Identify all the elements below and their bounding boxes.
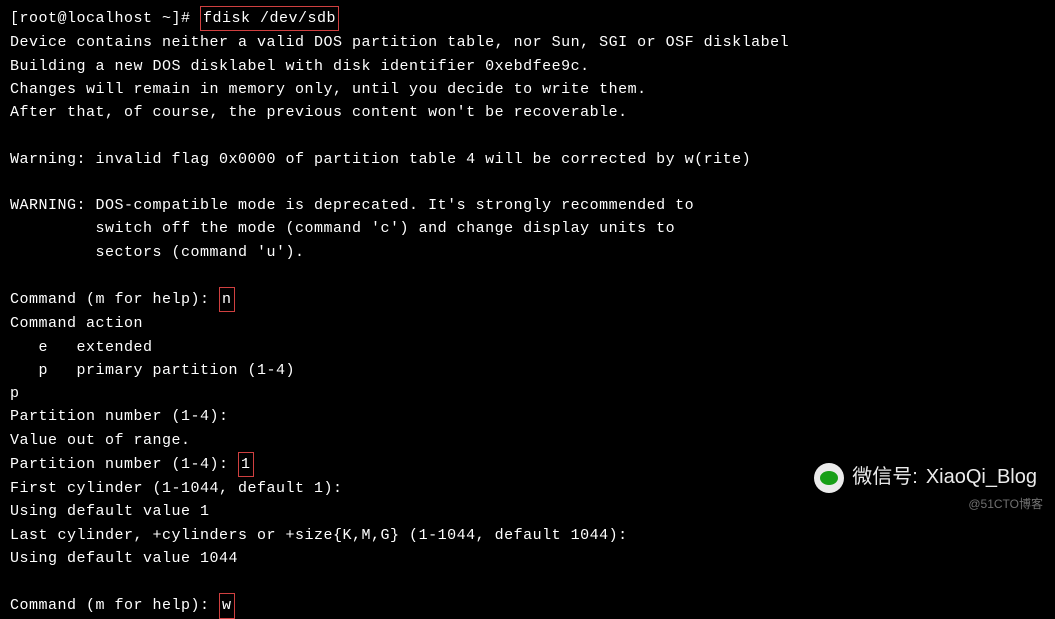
fdisk-prompt-line[interactable]: Command (m for help): n xyxy=(10,287,1045,312)
input-write: w xyxy=(219,593,235,618)
attribution-text: @51CTO博客 xyxy=(968,495,1043,514)
output-row xyxy=(10,124,1045,147)
output-row: Building a new DOS disklabel with disk i… xyxy=(10,55,1045,78)
output-row: Device contains neither a valid DOS part… xyxy=(10,31,1045,54)
output-row: Partition number (1-4): xyxy=(10,405,1045,428)
wechat-label: 微信号: xyxy=(852,462,918,493)
output-row: Warning: invalid flag 0x0000 of partitio… xyxy=(10,148,1045,171)
fdisk-command: fdisk /dev/sdb xyxy=(200,6,339,31)
output-row: Using default value 1044 xyxy=(10,547,1045,570)
terminal-window: [root@localhost ~]# fdisk /dev/sdb Devic… xyxy=(10,6,1045,619)
output-row: p primary partition (1-4) xyxy=(10,359,1045,382)
fdisk-prompt: Command (m for help): xyxy=(10,597,219,614)
output-row: Value out of range. xyxy=(10,429,1045,452)
output-row: After that, of course, the previous cont… xyxy=(10,101,1045,124)
fdisk-prompt-line[interactable]: Command (m for help): w xyxy=(10,593,1045,618)
output-row: Last cylinder, +cylinders or +size{K,M,G… xyxy=(10,524,1045,547)
fdisk-prompt: Command (m for help): xyxy=(10,291,219,308)
prompt-line[interactable]: [root@localhost ~]# fdisk /dev/sdb xyxy=(10,6,1045,31)
wechat-icon xyxy=(814,463,844,493)
wechat-watermark: 微信号: XiaoQi_Blog xyxy=(814,462,1037,493)
output-row: sectors (command 'u'). xyxy=(10,241,1045,264)
input-partition-number: 1 xyxy=(238,452,254,477)
output-row: p xyxy=(10,382,1045,405)
wechat-handle: XiaoQi_Blog xyxy=(926,462,1037,493)
partition-number-prompt: Partition number (1-4): xyxy=(10,456,238,473)
input-new-partition: n xyxy=(219,287,235,312)
output-row: e extended xyxy=(10,336,1045,359)
output-row xyxy=(10,264,1045,287)
shell-prompt: [root@localhost ~]# xyxy=(10,10,200,27)
output-row: switch off the mode (command 'c') and ch… xyxy=(10,217,1045,240)
output-row xyxy=(10,171,1045,194)
output-row: Using default value 1 xyxy=(10,500,1045,523)
output-row xyxy=(10,570,1045,593)
output-row: Changes will remain in memory only, unti… xyxy=(10,78,1045,101)
output-row: WARNING: DOS-compatible mode is deprecat… xyxy=(10,194,1045,217)
output-row: Command action xyxy=(10,312,1045,335)
